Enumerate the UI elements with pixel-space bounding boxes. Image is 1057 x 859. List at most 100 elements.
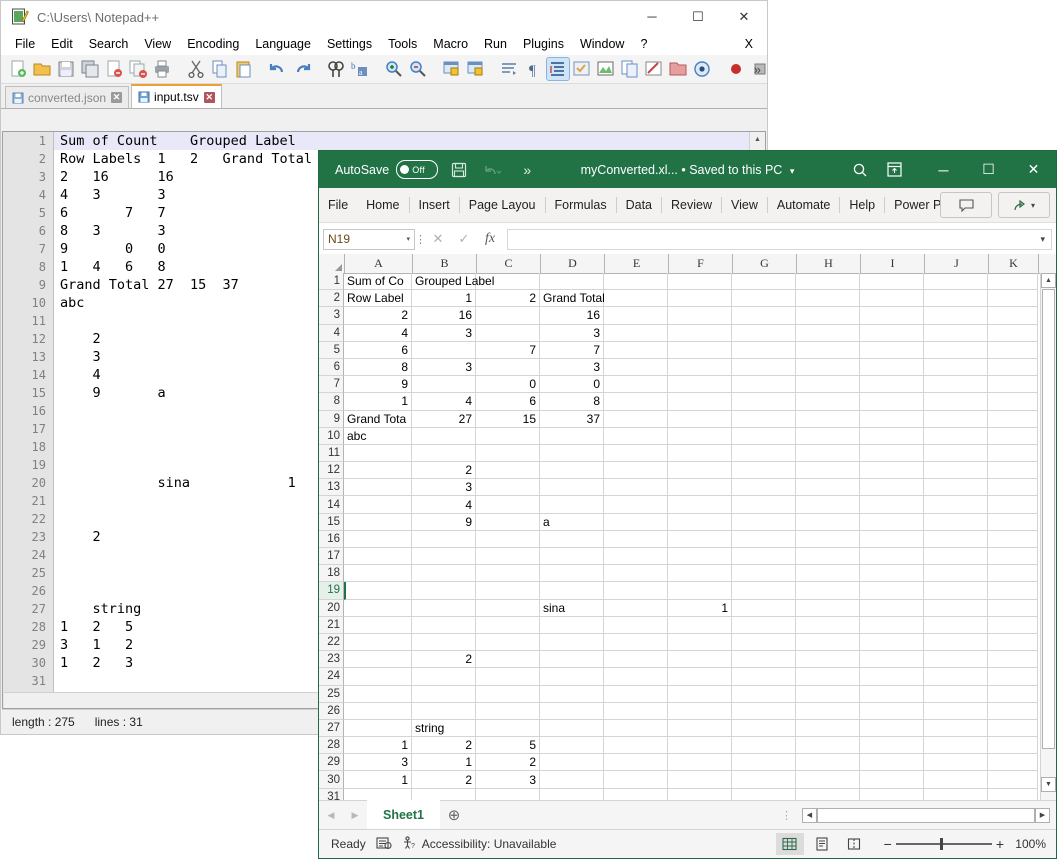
cell-B29[interactable]: 1 (412, 754, 476, 772)
cell-J8[interactable] (924, 393, 988, 411)
row-header[interactable]: 6 (319, 358, 344, 377)
zoom-in-button[interactable]: + (996, 836, 1004, 852)
cell-D22[interactable] (540, 633, 604, 652)
cell-J2[interactable] (924, 290, 988, 308)
cell-D8[interactable]: 8 (540, 393, 604, 411)
cell-C16[interactable] (476, 530, 540, 548)
cell-B21[interactable] (412, 616, 476, 634)
row-header[interactable]: 17 (319, 548, 344, 566)
table-row[interactable]: 16 (319, 530, 1056, 548)
formula-input[interactable]: ▾ (507, 228, 1052, 250)
cell-F2[interactable] (668, 290, 732, 308)
cell-J5[interactable] (924, 341, 988, 359)
cell-D28[interactable] (540, 737, 604, 755)
cell-C26[interactable] (476, 702, 540, 720)
cell-J19[interactable] (924, 582, 988, 600)
cell-D14[interactable] (540, 496, 604, 514)
cell-C7[interactable]: 0 (476, 376, 540, 394)
table-row[interactable]: 21 (319, 616, 1056, 634)
cell-E4[interactable] (604, 324, 668, 342)
cell-J29[interactable] (924, 754, 988, 772)
cell-J14[interactable] (924, 496, 988, 514)
cell-F16[interactable] (668, 530, 732, 548)
table-row[interactable]: 24 (319, 668, 1056, 686)
cell-B14[interactable]: 4 (412, 496, 476, 514)
cell-C8[interactable]: 6 (476, 393, 540, 411)
cell-F6[interactable] (668, 358, 732, 377)
table-row[interactable]: 25 (319, 685, 1056, 703)
cell-G7[interactable] (732, 376, 796, 394)
cell-H29[interactable] (796, 754, 860, 772)
column-header-d[interactable]: D (541, 254, 605, 273)
cell-E23[interactable] (604, 651, 668, 669)
cell-E15[interactable] (604, 513, 668, 531)
select-all-corner[interactable] (319, 254, 345, 273)
cell-H16[interactable] (796, 530, 860, 548)
cell-A21[interactable] (344, 616, 412, 634)
row-header[interactable]: 14 (319, 496, 344, 514)
save-all-icon[interactable] (79, 58, 101, 80)
cell-H18[interactable] (796, 565, 860, 583)
cell-H21[interactable] (796, 616, 860, 634)
menu-tools[interactable]: Tools (380, 35, 425, 53)
cell-I20[interactable] (860, 599, 924, 617)
cell-H22[interactable] (796, 633, 860, 652)
cell-E26[interactable] (604, 702, 668, 720)
cell-G21[interactable] (732, 616, 796, 634)
name-box[interactable]: N19 ▾ (323, 228, 415, 250)
document-map-icon[interactable] (595, 58, 617, 80)
cell-G24[interactable] (732, 668, 796, 686)
cell-I24[interactable] (860, 668, 924, 686)
cell-C5[interactable]: 7 (476, 341, 540, 359)
menu-language[interactable]: Language (247, 35, 319, 53)
cell-B1[interactable]: Grouped Label (412, 273, 494, 291)
cell-H30[interactable] (796, 771, 860, 789)
cell-G27[interactable] (732, 719, 796, 738)
cell-E10[interactable] (604, 427, 668, 445)
cell-G4[interactable] (732, 324, 796, 342)
cell-I16[interactable] (860, 530, 924, 548)
replace-icon[interactable]: ba (349, 58, 371, 80)
cell-C21[interactable] (476, 616, 540, 634)
cell-C25[interactable] (476, 685, 540, 703)
zoom-in-icon[interactable] (383, 58, 405, 80)
cell-K1[interactable] (988, 273, 1038, 291)
cell-G17[interactable] (732, 548, 796, 566)
cell-B15[interactable]: 9 (412, 513, 476, 531)
cell-J23[interactable] (924, 651, 988, 669)
cell-C14[interactable] (476, 496, 540, 514)
table-row[interactable]: 17 (319, 548, 1056, 566)
cell-I18[interactable] (860, 565, 924, 583)
table-row[interactable]: 4433 (319, 324, 1056, 342)
cancel-entry-icon[interactable]: ✕ (425, 228, 451, 250)
add-sheet-icon[interactable]: ⊕ (440, 803, 468, 827)
cell-F5[interactable] (668, 341, 732, 359)
cell-B22[interactable] (412, 633, 476, 652)
cell-K24[interactable] (988, 668, 1038, 686)
cell-B7[interactable] (412, 376, 476, 394)
cell-B16[interactable] (412, 530, 476, 548)
cell-J25[interactable] (924, 685, 988, 703)
cell-F23[interactable] (668, 651, 732, 669)
cell-G28[interactable] (732, 737, 796, 755)
cell-D5[interactable]: 7 (540, 341, 604, 359)
cell-K7[interactable] (988, 376, 1038, 394)
cut-icon[interactable] (185, 58, 207, 80)
cell-A5[interactable]: 6 (344, 341, 412, 359)
cell-B2[interactable]: 1 (412, 290, 476, 308)
cell-B30[interactable]: 2 (412, 771, 476, 789)
cell-E7[interactable] (604, 376, 668, 394)
cell-G10[interactable] (732, 427, 796, 445)
cell-H9[interactable] (796, 410, 860, 428)
cell-K16[interactable] (988, 530, 1038, 548)
row-header[interactable]: 24 (319, 668, 344, 686)
cell-K10[interactable] (988, 427, 1038, 445)
cell-F11[interactable] (668, 444, 732, 463)
table-row[interactable]: 6833 (319, 358, 1056, 377)
cell-I21[interactable] (860, 616, 924, 634)
cell-K22[interactable] (988, 633, 1038, 652)
tab-file[interactable]: File (319, 188, 357, 222)
cell-K9[interactable] (988, 410, 1038, 428)
cell-G20[interactable] (732, 599, 796, 617)
cell-I1[interactable] (860, 273, 924, 291)
